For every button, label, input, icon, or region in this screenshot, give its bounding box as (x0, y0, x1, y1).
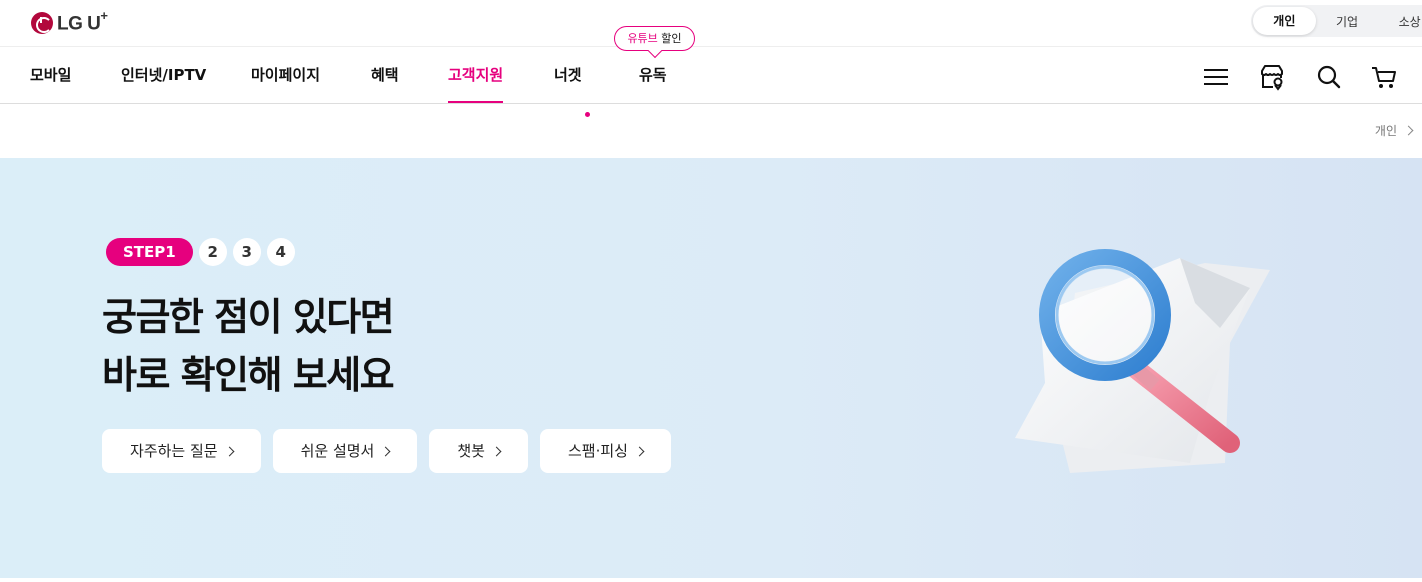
step-3[interactable]: 3 (232, 238, 261, 266)
breadcrumb[interactable]: 개인 (1375, 122, 1418, 139)
customer-type-switch: 개인 기업 소상 (1251, 5, 1422, 37)
menu-icon[interactable] (1202, 63, 1230, 91)
spam-phishing-button[interactable]: 스팸·피싱 (539, 429, 671, 473)
store-icon[interactable] (1258, 63, 1286, 91)
nav-item-internet-iptv[interactable]: 인터넷/IPTV (121, 47, 206, 103)
hero-banner: STEP1 2 3 4 궁금한 점이 있다면 바로 확인해 보세요 자주하는 질… (0, 158, 1422, 578)
nav-item-mypage[interactable]: 마이페이지 (251, 47, 320, 103)
promo-bubble[interactable]: 유튜브 할인 (614, 26, 695, 51)
chevron-right-icon (380, 446, 391, 456)
headline-line-2: 바로 확인해 보세요 (102, 353, 395, 397)
step-indicator: STEP1 2 3 4 (106, 238, 295, 266)
chatbot-button[interactable]: 챗봇 (429, 429, 528, 473)
breadcrumb-label: 개인 (1374, 124, 1397, 138)
faq-button[interactable]: 자주하는 질문 (102, 429, 261, 473)
search-icon[interactable] (1315, 63, 1343, 91)
step-2[interactable]: 2 (198, 238, 227, 266)
easy-guide-label: 쉬운 설명서 (300, 442, 375, 460)
top-bar: LG U+ 개인 기업 소상 (0, 0, 1422, 47)
nav-item-support[interactable]: 고객지원 (448, 47, 504, 103)
hero-headline: 궁금한 점이 있다면 바로 확인해 보세요 (102, 288, 395, 404)
easy-guide-button[interactable]: 쉬운 설명서 (272, 429, 418, 473)
headline-line-1: 궁금한 점이 있다면 (102, 295, 395, 339)
brand-name: LG U+ (57, 8, 108, 35)
nav-item-nugget[interactable]: 너겟 (554, 47, 582, 103)
segment-smallbiz[interactable]: 소상 (1378, 13, 1422, 30)
promo-highlight: 유튜브 (627, 32, 658, 45)
chevron-right-icon (224, 446, 235, 456)
magnifier-document-illustration (1015, 249, 1270, 473)
cart-icon[interactable] (1370, 63, 1398, 91)
lg-logo-icon (31, 11, 53, 34)
chatbot-label: 챗봇 (457, 442, 485, 460)
segment-business[interactable]: 기업 (1316, 13, 1379, 30)
quick-links: 자주하는 질문 쉬운 설명서 챗봇 스팸·피싱 (102, 429, 671, 473)
new-indicator-dot (585, 112, 590, 117)
segment-personal[interactable]: 개인 (1253, 7, 1316, 35)
chevron-right-icon (1403, 125, 1414, 136)
promo-text: 할인 (657, 32, 682, 45)
nav-item-mobile[interactable]: 모바일 (30, 47, 71, 103)
chevron-right-icon (491, 446, 502, 456)
brand-logo[interactable]: LG U+ (31, 8, 108, 35)
chevron-right-icon (634, 446, 645, 456)
nav-item-benefits[interactable]: 혜택 (371, 47, 399, 103)
spam-phishing-label: 스팸·피싱 (567, 442, 628, 460)
faq-label: 자주하는 질문 (130, 442, 218, 460)
step-active[interactable]: STEP1 (106, 238, 193, 266)
step-4[interactable]: 4 (266, 238, 295, 266)
